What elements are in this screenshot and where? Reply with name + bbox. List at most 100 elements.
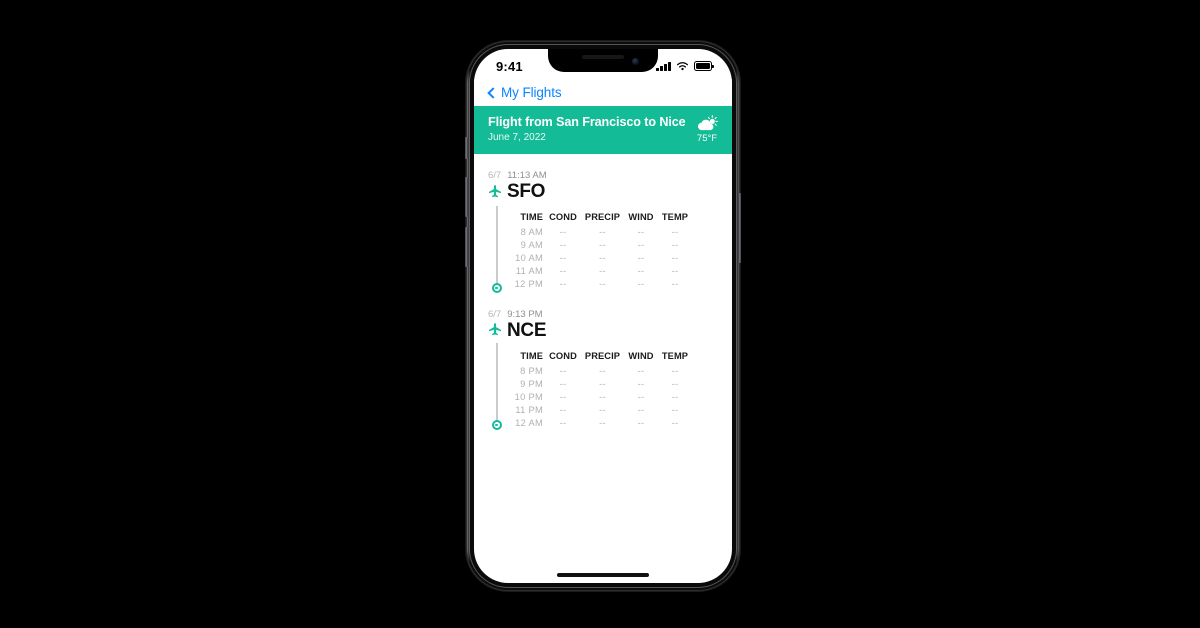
- table-row: 11 AM -- -- -- --: [507, 265, 692, 278]
- leg-date: 6/7: [488, 170, 502, 181]
- airport-code: NCE: [507, 319, 547, 341]
- cell-wind: --: [637, 266, 645, 277]
- cell-temp: --: [671, 252, 679, 263]
- cell-temp: --: [671, 391, 679, 402]
- cell-precip: --: [599, 266, 606, 277]
- cell-time: 9 AM: [520, 239, 543, 250]
- table-row: 12 PM -- -- -- --: [507, 278, 692, 291]
- mute-switch[interactable]: [465, 137, 468, 159]
- flight-header-banner[interactable]: Flight from San Francisco to Nice June 7…: [474, 106, 732, 154]
- cell-temp: --: [671, 226, 679, 237]
- weather-table-sfo: TIME COND PRECIP WIND TEMP 8 AM -- -- --: [507, 212, 692, 291]
- column-header-wind: WIND: [628, 350, 654, 361]
- back-button[interactable]: My Flights: [487, 85, 562, 100]
- leg-date: 6/7: [488, 308, 502, 320]
- timeline-nce: [491, 342, 503, 431]
- column-header-time: TIME: [520, 350, 543, 361]
- table-row: 10 PM -- -- -- --: [507, 390, 692, 403]
- cell-temp: --: [671, 378, 679, 389]
- cell-wind: --: [637, 378, 645, 389]
- sun-behind-cloud-icon: [698, 115, 718, 131]
- cell-wind: --: [637, 279, 645, 290]
- weather-table-nce: TIME COND PRECIP WIND TEMP 8 PM -- -- --: [507, 351, 692, 430]
- leg-time: 11:13 AM: [507, 170, 547, 181]
- cell-cond: --: [559, 378, 567, 389]
- flight-legs-list: 6/7 11:13 AM SFO TIME COND PRECIP WIND T…: [474, 154, 732, 430]
- cell-temp: --: [671, 266, 679, 277]
- volume-down-button[interactable]: [465, 227, 468, 267]
- cell-precip: --: [599, 279, 606, 290]
- cell-wind: --: [637, 252, 645, 263]
- cell-wind: --: [637, 391, 645, 402]
- cell-cond: --: [559, 391, 567, 402]
- column-header-temp: TEMP: [661, 212, 689, 222]
- flight-date: June 7, 2022: [488, 132, 546, 143]
- power-button[interactable]: [738, 193, 741, 263]
- cell-precip: --: [599, 252, 606, 263]
- leg-meta-sfo: 6/7 11:13 AM: [488, 170, 732, 181]
- cell-cond: --: [559, 405, 567, 416]
- cell-temp: --: [671, 418, 679, 429]
- cell-cond: --: [559, 279, 567, 290]
- navigation-bar: My Flights: [474, 79, 732, 106]
- cell-wind: --: [637, 239, 645, 250]
- cell-precip: --: [599, 405, 606, 416]
- table-row: 8 PM -- -- -- --: [507, 364, 692, 377]
- timeline-line: [496, 342, 498, 421]
- column-header-time: TIME: [520, 212, 543, 222]
- timeline-sfo: [491, 206, 503, 294]
- iphone-device-mockup: 9:41 My Flights Flight from San Francisc…: [465, 41, 741, 591]
- cell-precip: --: [599, 391, 606, 402]
- leg-meta-nce: 6/7 9:13 PM: [488, 309, 732, 320]
- cell-wind: --: [637, 365, 645, 376]
- cell-time: 12 AM: [515, 418, 543, 429]
- home-indicator[interactable]: [557, 573, 649, 577]
- table-row: 10 AM -- -- -- --: [507, 251, 692, 264]
- cell-wind: --: [637, 405, 645, 416]
- timeline-endpoint-dot: [491, 419, 502, 430]
- table-header-row: TIME COND PRECIP WIND TEMP: [507, 351, 692, 364]
- airport-code: SFO: [507, 181, 546, 202]
- flight-leg-sfo[interactable]: 6/7 11:13 AM SFO TIME COND PRECIP WIND T…: [474, 154, 732, 294]
- status-bar-time: 9:41: [496, 58, 523, 74]
- cell-time: 9 PM: [520, 378, 543, 389]
- cell-cond: --: [559, 226, 567, 237]
- cell-temp: --: [671, 365, 679, 376]
- airplane-icon: [489, 323, 501, 336]
- table-row: 9 AM -- -- -- --: [507, 238, 692, 251]
- column-header-temp: TEMP: [661, 350, 689, 361]
- table-row: 8 AM -- -- -- --: [507, 225, 692, 238]
- cell-cond: --: [559, 266, 567, 277]
- cell-precip: --: [599, 226, 606, 237]
- cell-time: 8 PM: [520, 365, 543, 376]
- cell-time: 8 AM: [520, 226, 543, 237]
- leg-time: 9:13 PM: [507, 308, 543, 320]
- cell-precip: --: [599, 239, 606, 250]
- cell-cond: --: [559, 252, 567, 263]
- cellular-signal-icon: [656, 61, 671, 71]
- cell-wind: --: [637, 226, 645, 237]
- flight-leg-nce[interactable]: 6/7 9:13 PM NCE TIME COND PRECIP WIND TE…: [474, 291, 732, 430]
- chevron-left-icon: [487, 86, 499, 99]
- flight-header-text: Flight from San Francisco to Nice June 7…: [488, 115, 686, 143]
- temperature-label: 75°F: [696, 133, 718, 144]
- status-bar: 9:41: [474, 49, 732, 79]
- cell-precip: --: [599, 365, 606, 376]
- cell-cond: --: [559, 239, 567, 250]
- column-header-precip: PRECIP: [584, 350, 621, 361]
- volume-up-button[interactable]: [465, 177, 468, 217]
- flight-header-weather: 75°F: [696, 115, 718, 144]
- cell-precip: --: [599, 378, 606, 389]
- column-header-precip: PRECIP: [584, 212, 621, 222]
- column-header-wind: WIND: [628, 212, 654, 222]
- leg-airport-row-sfo: SFO: [488, 182, 732, 201]
- table-row: 9 PM -- -- -- --: [507, 377, 692, 390]
- cell-time: 11 AM: [515, 266, 543, 277]
- cell-time: 10 AM: [515, 252, 543, 263]
- column-header-cond: COND: [549, 350, 577, 361]
- cell-time: 10 PM: [514, 391, 543, 402]
- cell-cond: --: [559, 365, 567, 376]
- back-button-label: My Flights: [501, 85, 562, 100]
- cell-cond: --: [559, 418, 567, 429]
- status-bar-indicators: [656, 61, 714, 71]
